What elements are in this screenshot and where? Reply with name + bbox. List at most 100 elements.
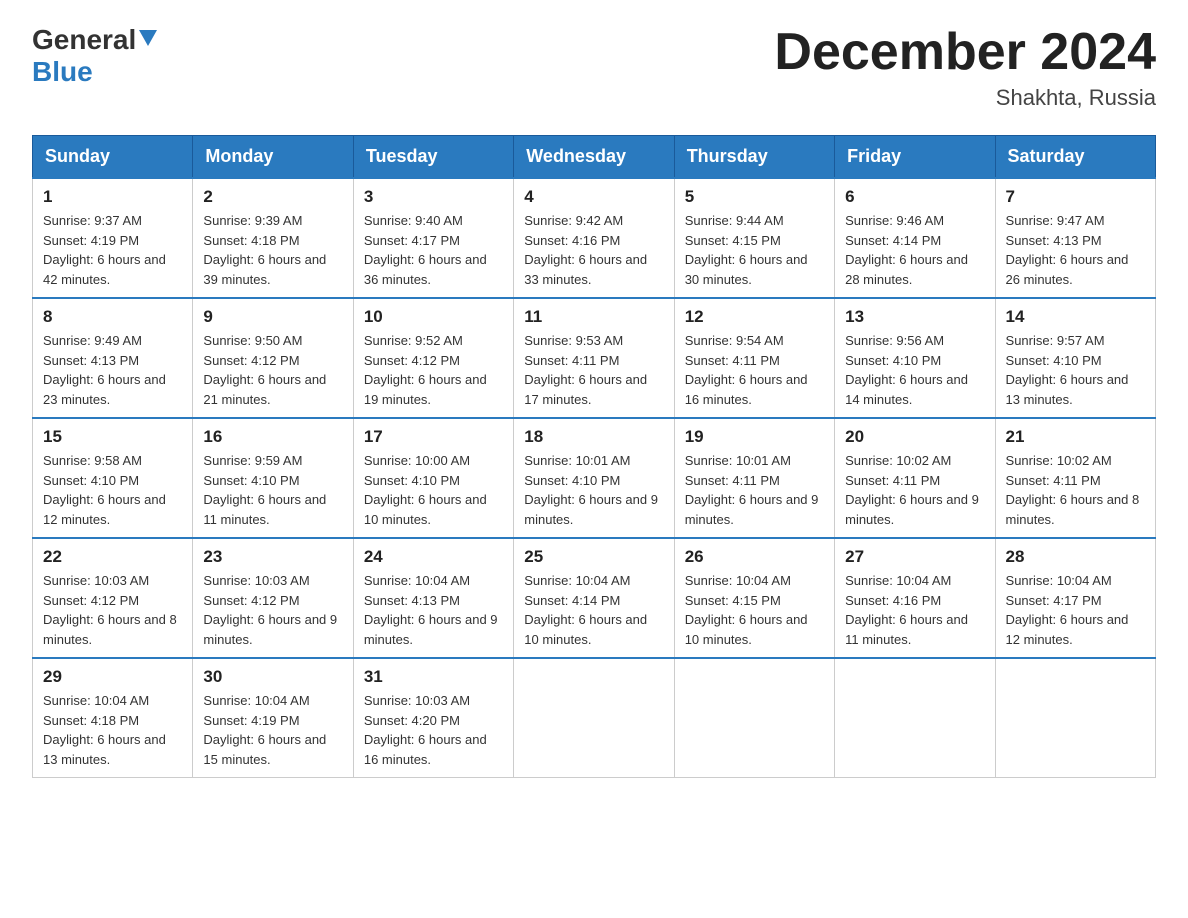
calendar-cell: 5 Sunrise: 9:44 AMSunset: 4:15 PMDaylight…: [674, 178, 834, 298]
day-number: 29: [43, 667, 182, 687]
logo: General Blue: [32, 24, 157, 88]
day-number: 10: [364, 307, 503, 327]
day-info: Sunrise: 10:04 AMSunset: 4:15 PMDaylight…: [685, 571, 824, 649]
calendar-cell: [835, 658, 995, 778]
day-number: 6: [845, 187, 984, 207]
calendar-table: SundayMondayTuesdayWednesdayThursdayFrid…: [32, 135, 1156, 778]
day-number: 16: [203, 427, 342, 447]
calendar-cell: 31Sunrise: 10:03 AMSunset: 4:20 PMDaylig…: [353, 658, 513, 778]
calendar-cell: 18 Sunrise: 10:01 AMSunset: 4:10 PMDaylig…: [514, 418, 674, 538]
logo-blue-text: Blue: [32, 56, 93, 87]
day-info: Sunrise: 9:47 AMSunset: 4:13 PMDaylight:…: [1006, 211, 1145, 289]
calendar-cell: 1 Sunrise: 9:37 AMSunset: 4:19 PMDaylight…: [33, 178, 193, 298]
day-number: 11: [524, 307, 663, 327]
calendar-cell: 20 Sunrise: 10:02 AMSunset: 4:11 PMDaylig…: [835, 418, 995, 538]
calendar-cell: 29Sunrise: 10:04 AMSunset: 4:18 PMDaylig…: [33, 658, 193, 778]
weekday-header-monday: Monday: [193, 136, 353, 179]
day-number: 20: [845, 427, 984, 447]
logo-general-text: General: [32, 24, 136, 56]
day-info: Sunrise: 9:54 AMSunset: 4:11 PMDaylight:…: [685, 331, 824, 409]
day-number: 23: [203, 547, 342, 567]
day-info: Sunrise: 10:04 AMSunset: 4:17 PMDaylight…: [1006, 571, 1145, 649]
day-info: Sunrise: 9:56 AMSunset: 4:10 PMDaylight:…: [845, 331, 984, 409]
calendar-cell: 15 Sunrise: 9:58 AMSunset: 4:10 PMDayligh…: [33, 418, 193, 538]
calendar-header-row: SundayMondayTuesdayWednesdayThursdayFrid…: [33, 136, 1156, 179]
day-number: 24: [364, 547, 503, 567]
day-number: 28: [1006, 547, 1145, 567]
day-info: Sunrise: 10:01 AMSunset: 4:10 PMDaylight…: [524, 451, 663, 529]
calendar-cell: 16Sunrise: 9:59 AMSunset: 4:10 PMDayligh…: [193, 418, 353, 538]
day-info: Sunrise: 10:03 AMSunset: 4:20 PMDaylight…: [364, 691, 503, 769]
day-number: 30: [203, 667, 342, 687]
day-info: Sunrise: 10:04 AMSunset: 4:19 PMDaylight…: [203, 691, 342, 769]
day-number: 21: [1006, 427, 1145, 447]
calendar-week-row: 29Sunrise: 10:04 AMSunset: 4:18 PMDaylig…: [33, 658, 1156, 778]
weekday-header-tuesday: Tuesday: [353, 136, 513, 179]
weekday-header-wednesday: Wednesday: [514, 136, 674, 179]
page-header: General Blue December 2024 Shakhta, Russ…: [32, 24, 1156, 111]
day-number: 5: [685, 187, 824, 207]
day-info: Sunrise: 9:57 AMSunset: 4:10 PMDaylight:…: [1006, 331, 1145, 409]
day-number: 3: [364, 187, 503, 207]
day-info: Sunrise: 9:52 AMSunset: 4:12 PMDaylight:…: [364, 331, 503, 409]
calendar-cell: [514, 658, 674, 778]
calendar-week-row: 1 Sunrise: 9:37 AMSunset: 4:19 PMDaylight…: [33, 178, 1156, 298]
day-number: 14: [1006, 307, 1145, 327]
day-info: Sunrise: 10:02 AMSunset: 4:11 PMDaylight…: [1006, 451, 1145, 529]
day-info: Sunrise: 10:03 AMSunset: 4:12 PMDaylight…: [43, 571, 182, 649]
weekday-header-sunday: Sunday: [33, 136, 193, 179]
day-info: Sunrise: 9:40 AMSunset: 4:17 PMDaylight:…: [364, 211, 503, 289]
calendar-cell: 9 Sunrise: 9:50 AMSunset: 4:12 PMDaylight…: [193, 298, 353, 418]
day-number: 19: [685, 427, 824, 447]
location-title: Shakhta, Russia: [774, 85, 1156, 111]
day-number: 26: [685, 547, 824, 567]
day-number: 12: [685, 307, 824, 327]
logo-triangle-icon: [139, 30, 157, 51]
day-number: 17: [364, 427, 503, 447]
day-number: 9: [203, 307, 342, 327]
calendar-week-row: 22Sunrise: 10:03 AMSunset: 4:12 PMDaylig…: [33, 538, 1156, 658]
calendar-cell: 23 Sunrise: 10:03 AMSunset: 4:12 PMDaylig…: [193, 538, 353, 658]
day-info: Sunrise: 9:42 AMSunset: 4:16 PMDaylight:…: [524, 211, 663, 289]
calendar-cell: 17 Sunrise: 10:00 AMSunset: 4:10 PMDaylig…: [353, 418, 513, 538]
calendar-cell: 10 Sunrise: 9:52 AMSunset: 4:12 PMDayligh…: [353, 298, 513, 418]
day-info: Sunrise: 9:58 AMSunset: 4:10 PMDaylight:…: [43, 451, 182, 529]
calendar-cell: 28 Sunrise: 10:04 AMSunset: 4:17 PMDaylig…: [995, 538, 1155, 658]
calendar-cell: 21 Sunrise: 10:02 AMSunset: 4:11 PMDaylig…: [995, 418, 1155, 538]
calendar-cell: 24 Sunrise: 10:04 AMSunset: 4:13 PMDaylig…: [353, 538, 513, 658]
day-info: Sunrise: 9:39 AMSunset: 4:18 PMDaylight:…: [203, 211, 342, 289]
day-info: Sunrise: 9:37 AMSunset: 4:19 PMDaylight:…: [43, 211, 182, 289]
day-number: 8: [43, 307, 182, 327]
calendar-cell: 30 Sunrise: 10:04 AMSunset: 4:19 PMDaylig…: [193, 658, 353, 778]
calendar-cell: 14 Sunrise: 9:57 AMSunset: 4:10 PMDayligh…: [995, 298, 1155, 418]
day-info: Sunrise: 10:01 AMSunset: 4:11 PMDaylight…: [685, 451, 824, 529]
calendar-cell: 4Sunrise: 9:42 AMSunset: 4:16 PMDaylight…: [514, 178, 674, 298]
day-number: 13: [845, 307, 984, 327]
day-info: Sunrise: 10:00 AMSunset: 4:10 PMDaylight…: [364, 451, 503, 529]
day-number: 2: [203, 187, 342, 207]
calendar-cell: 12 Sunrise: 9:54 AMSunset: 4:11 PMDayligh…: [674, 298, 834, 418]
weekday-header-thursday: Thursday: [674, 136, 834, 179]
day-number: 18: [524, 427, 663, 447]
day-info: Sunrise: 9:44 AMSunset: 4:15 PMDaylight:…: [685, 211, 824, 289]
calendar-cell: [995, 658, 1155, 778]
calendar-cell: 2 Sunrise: 9:39 AMSunset: 4:18 PMDaylight…: [193, 178, 353, 298]
day-info: Sunrise: 10:02 AMSunset: 4:11 PMDaylight…: [845, 451, 984, 529]
day-number: 1: [43, 187, 182, 207]
calendar-cell: 22Sunrise: 10:03 AMSunset: 4:12 PMDaylig…: [33, 538, 193, 658]
day-info: Sunrise: 9:50 AMSunset: 4:12 PMDaylight:…: [203, 331, 342, 409]
weekday-header-saturday: Saturday: [995, 136, 1155, 179]
calendar-cell: 7 Sunrise: 9:47 AMSunset: 4:13 PMDaylight…: [995, 178, 1155, 298]
day-number: 7: [1006, 187, 1145, 207]
day-info: Sunrise: 10:03 AMSunset: 4:12 PMDaylight…: [203, 571, 342, 649]
calendar-cell: 13 Sunrise: 9:56 AMSunset: 4:10 PMDayligh…: [835, 298, 995, 418]
day-info: Sunrise: 10:04 AMSunset: 4:14 PMDaylight…: [524, 571, 663, 649]
calendar-cell: 3 Sunrise: 9:40 AMSunset: 4:17 PMDaylight…: [353, 178, 513, 298]
day-info: Sunrise: 9:49 AMSunset: 4:13 PMDaylight:…: [43, 331, 182, 409]
calendar-cell: [674, 658, 834, 778]
day-number: 15: [43, 427, 182, 447]
calendar-cell: 27Sunrise: 10:04 AMSunset: 4:16 PMDaylig…: [835, 538, 995, 658]
calendar-week-row: 15 Sunrise: 9:58 AMSunset: 4:10 PMDayligh…: [33, 418, 1156, 538]
day-info: Sunrise: 10:04 AMSunset: 4:13 PMDaylight…: [364, 571, 503, 649]
calendar-cell: 6Sunrise: 9:46 AMSunset: 4:14 PMDaylight…: [835, 178, 995, 298]
